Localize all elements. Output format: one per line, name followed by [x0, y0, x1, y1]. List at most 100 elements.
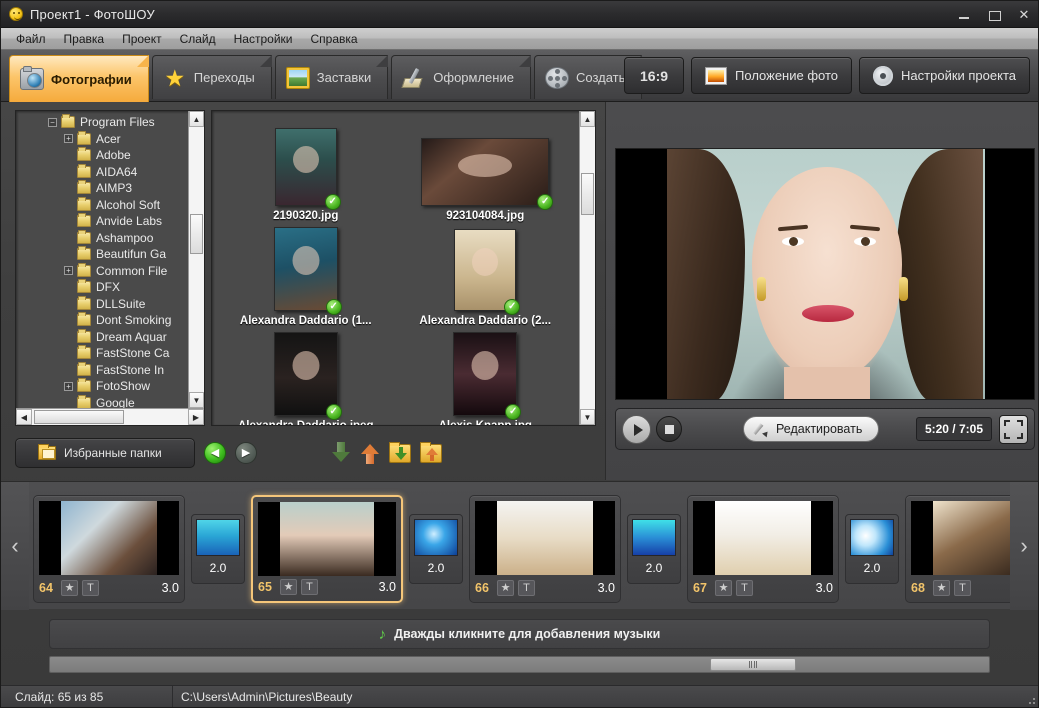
timeline-slide[interactable]: 68★T3.0	[905, 495, 1010, 603]
tree-node[interactable]: Ashampoo	[16, 230, 188, 247]
tree-node[interactable]: Dont Smoking	[16, 312, 188, 329]
tree-toggle-icon[interactable]: +	[64, 134, 73, 143]
preview-video[interactable]	[615, 148, 1035, 400]
tree-node[interactable]: FastStone In	[16, 362, 188, 379]
slide-duration[interactable]: 3.0	[816, 581, 833, 595]
star-icon[interactable]: ★	[497, 580, 514, 596]
tree-node[interactable]: −Program Files	[16, 114, 188, 131]
chevron-left-icon[interactable]: ‹	[1, 482, 29, 610]
tree-node[interactable]: Adobe	[16, 147, 188, 164]
timeline-transition[interactable]: 2.0	[191, 514, 245, 584]
star-icon[interactable]: ★	[280, 579, 297, 595]
transition-duration[interactable]: 2.0	[428, 561, 445, 575]
tree-node[interactable]: AIDA64	[16, 164, 188, 181]
favorites-folders-button[interactable]: Избранные папки	[15, 438, 195, 468]
tab-photos[interactable]: Фотографии	[9, 55, 149, 102]
file-thumbnail-panel[interactable]: ✓2190320.jpg✓923104084.jpg✓Alexandra Dad…	[211, 110, 596, 426]
tree-scroll-right-button[interactable]: ▶	[188, 409, 204, 425]
text-badge-icon[interactable]: T	[954, 580, 971, 596]
back-arrow-icon[interactable]: ◀	[204, 442, 226, 464]
tree-toggle-icon[interactable]: +	[64, 382, 73, 391]
tree-vertical-scrollbar[interactable]: ▲ ▼	[188, 111, 204, 408]
tree-node[interactable]: +FotoShow	[16, 378, 188, 395]
check-icon[interactable]: ✓	[505, 404, 521, 420]
menu-item-help[interactable]: Справка	[301, 30, 366, 48]
add-down-arrow-icon[interactable]	[331, 442, 351, 464]
tree-toggle-icon[interactable]: +	[64, 266, 73, 275]
aspect-ratio-button[interactable]: 16:9	[624, 57, 684, 94]
music-track-bar[interactable]: ♪ Дважды кликните для добавления музыки	[49, 619, 990, 649]
file-thumbnail[interactable]: ✓Alexandra Daddario.jpeg	[216, 327, 396, 426]
text-badge-icon[interactable]: T	[301, 579, 318, 595]
tree-node[interactable]: Anvide Labs	[16, 213, 188, 230]
tree-scroll-left-button[interactable]: ◀	[16, 409, 32, 425]
menu-item-project[interactable]: Проект	[113, 30, 171, 48]
tab-design[interactable]: Оформление	[391, 55, 531, 99]
play-icon[interactable]	[622, 415, 651, 444]
remove-up-arrow-icon[interactable]	[360, 442, 380, 464]
slide-duration[interactable]: 3.0	[162, 581, 179, 595]
text-badge-icon[interactable]: T	[736, 580, 753, 596]
star-icon[interactable]: ★	[61, 580, 78, 596]
file-thumbnail[interactable]: ✓2190320.jpg	[216, 117, 396, 222]
slide-duration[interactable]: 3.0	[598, 581, 615, 595]
star-icon[interactable]: ★	[933, 580, 950, 596]
star-icon[interactable]: ★	[715, 580, 732, 596]
check-icon[interactable]: ✓	[326, 404, 342, 420]
timeline-transition[interactable]: 2.0	[627, 514, 681, 584]
menu-item-file[interactable]: Файл	[7, 30, 55, 48]
tree-horizontal-scrollbar[interactable]: ◀ ▶	[16, 408, 204, 425]
folder-remove-icon[interactable]	[420, 444, 442, 463]
file-thumbnail[interactable]: ✓Alexandra Daddario (1...	[216, 222, 396, 327]
tree-node[interactable]: Beautifun Ga	[16, 246, 188, 263]
tree-scroll-thumb[interactable]	[190, 214, 203, 254]
edit-button[interactable]: Редактировать	[743, 416, 879, 442]
tree-node[interactable]: AIMP3	[16, 180, 188, 197]
files-scroll-down-button[interactable]: ▼	[580, 409, 595, 425]
timeline-slide[interactable]: 65★T3.0	[251, 495, 403, 603]
file-thumbnail[interactable]: ✓923104084.jpg	[396, 117, 576, 222]
tree-node[interactable]: Dream Aquar	[16, 329, 188, 346]
fullscreen-icon[interactable]	[999, 415, 1028, 444]
check-icon[interactable]: ✓	[326, 299, 342, 315]
check-icon[interactable]: ✓	[504, 299, 520, 315]
stop-icon[interactable]	[656, 416, 682, 442]
project-settings-button[interactable]: Настройки проекта	[859, 57, 1030, 94]
tree-toggle-icon[interactable]: −	[48, 118, 57, 127]
tree-node[interactable]: +Acer	[16, 131, 188, 148]
files-scroll-thumb[interactable]	[581, 173, 594, 215]
check-icon[interactable]: ✓	[537, 194, 553, 210]
transition-duration[interactable]: 2.0	[864, 561, 881, 575]
timeline-slide[interactable]: 66★T3.0	[469, 495, 621, 603]
tree-node[interactable]: FastStone Ca	[16, 345, 188, 362]
maximize-button[interactable]	[986, 7, 1002, 23]
timeline-slide[interactable]: 64★T3.0	[33, 495, 185, 603]
check-icon[interactable]: ✓	[325, 194, 341, 210]
minimize-button[interactable]	[956, 7, 972, 23]
tree-node[interactable]: Alcohol Soft	[16, 197, 188, 214]
text-badge-icon[interactable]: T	[518, 580, 535, 596]
timeline-scroll-thumb[interactable]	[710, 658, 796, 671]
photo-position-button[interactable]: Положение фото	[691, 57, 852, 94]
menu-item-settings[interactable]: Настройки	[225, 30, 302, 48]
tab-transitions[interactable]: ★ Переходы	[152, 55, 272, 99]
close-button[interactable]: ✕	[1016, 7, 1032, 23]
tree-node[interactable]: DLLSuite	[16, 296, 188, 313]
tab-titles[interactable]: Заставки	[275, 55, 388, 99]
timeline-strip[interactable]: 64★T3.02.065★T3.02.066★T3.02.067★T3.02.0…	[29, 482, 1010, 610]
tree-node[interactable]: +Common File	[16, 263, 188, 280]
file-thumbnail[interactable]: ✓Alexis Knapp.jpg	[396, 327, 576, 426]
file-thumbnail[interactable]: ✓Alexandra Daddario (2...	[396, 222, 576, 327]
timeline-horizontal-scrollbar[interactable]	[49, 656, 990, 673]
folder-tree[interactable]: −Program Files+AcerAdobeAIDA64AIMP3Alcoh…	[15, 110, 205, 426]
timeline-transition[interactable]: 2.0	[845, 514, 899, 584]
timeline-transition[interactable]: 2.0	[409, 514, 463, 584]
timeline-slide[interactable]: 67★T3.0	[687, 495, 839, 603]
files-scroll-up-button[interactable]: ▲	[580, 111, 595, 127]
tree-hscroll-track[interactable]	[32, 409, 188, 425]
tree-node[interactable]: Google	[16, 395, 188, 409]
slide-duration[interactable]: 3.0	[379, 580, 396, 594]
files-vertical-scrollbar[interactable]: ▲ ▼	[579, 111, 595, 425]
transition-duration[interactable]: 2.0	[646, 561, 663, 575]
text-badge-icon[interactable]: T	[82, 580, 99, 596]
